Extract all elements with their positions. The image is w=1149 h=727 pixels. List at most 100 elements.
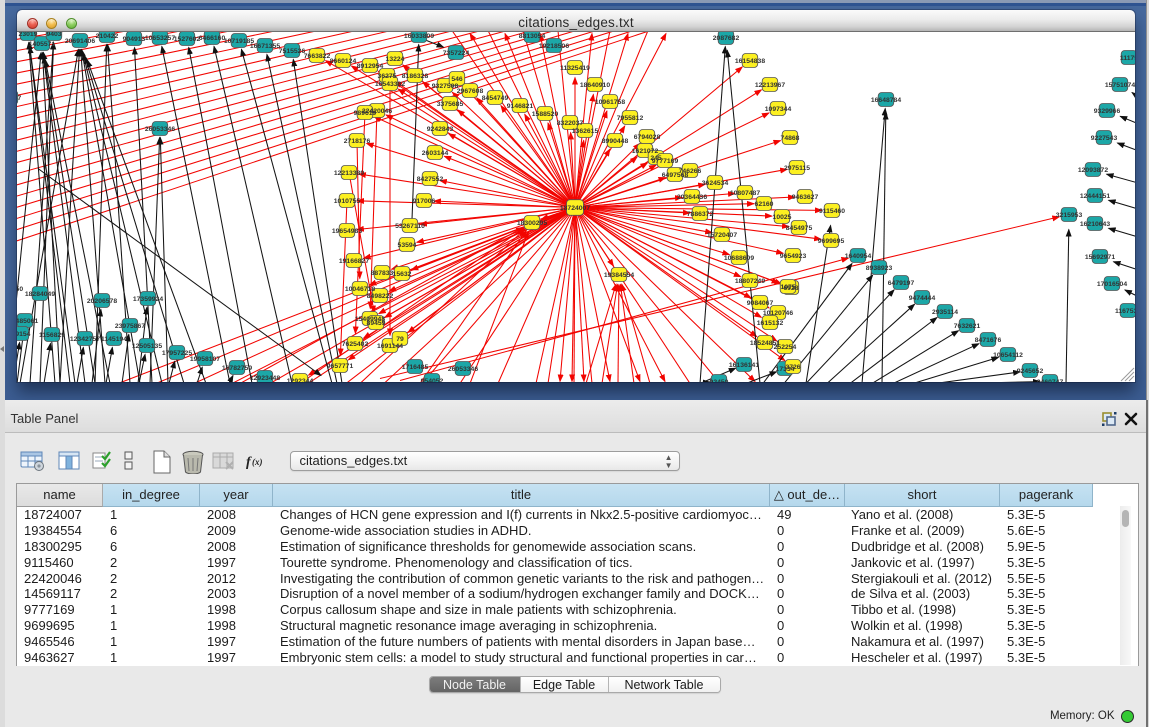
svg-text:53594: 53594	[398, 242, 417, 249]
svg-text:17016504: 17016504	[1097, 281, 1127, 288]
svg-text:3215953: 3215953	[1056, 212, 1083, 219]
svg-text:9463627: 9463627	[792, 194, 819, 201]
svg-text:165137: 165137	[17, 95, 22, 102]
svg-text:79: 79	[396, 336, 404, 343]
svg-text:2975115: 2975115	[784, 165, 810, 172]
svg-text:6497568: 6497568	[662, 172, 689, 179]
svg-text:2718176: 2718176	[344, 138, 371, 145]
svg-text:12444151: 12444151	[1080, 193, 1110, 200]
svg-text:10688609: 10688609	[724, 255, 754, 262]
svg-text:12093872: 12093872	[1078, 167, 1108, 174]
svg-text:16210643: 16210643	[1080, 221, 1110, 228]
svg-text:19654983: 19654983	[332, 228, 362, 235]
svg-text:10653257: 10653257	[145, 35, 175, 42]
svg-text:36275: 36275	[378, 73, 397, 80]
svg-text:3375685: 3375685	[437, 101, 464, 108]
svg-text:9657771: 9657771	[327, 363, 354, 370]
svg-text:8813054: 8813054	[519, 33, 546, 40]
svg-text:2935114: 2935114	[932, 309, 958, 316]
svg-text:9146821: 9146821	[507, 103, 534, 110]
svg-text:1167533: 1167533	[1115, 308, 1135, 315]
svg-text:8498222: 8498222	[367, 293, 394, 300]
svg-text:16648784: 16648784	[871, 97, 901, 104]
svg-text:9777169: 9777169	[652, 158, 679, 165]
svg-text:92450: 92450	[710, 379, 729, 382]
svg-text:546: 546	[451, 76, 463, 83]
svg-text:10961758: 10961758	[595, 99, 625, 106]
svg-text:26053346: 26053346	[145, 126, 175, 133]
svg-text:(x): (x)	[252, 457, 263, 467]
svg-text:16154838: 16154838	[735, 58, 765, 65]
svg-text:6479197: 6479197	[888, 280, 915, 287]
svg-text:11175: 11175	[1120, 55, 1135, 62]
svg-text:1075: 1075	[780, 284, 795, 291]
svg-text:8938923: 8938923	[866, 265, 893, 272]
svg-text:7663822: 7663822	[304, 53, 331, 60]
svg-text:16782759: 16782759	[222, 365, 252, 372]
svg-text:1485061: 1485061	[17, 318, 38, 325]
svg-text:16033809: 16033809	[404, 33, 434, 40]
svg-text:74868: 74868	[781, 135, 800, 142]
svg-text:12923448: 12923448	[250, 375, 280, 382]
svg-text:8454975: 8454975	[786, 225, 813, 232]
svg-text:1691144: 1691144	[377, 343, 403, 350]
svg-text:7955812: 7955812	[617, 115, 644, 122]
svg-text:9329966: 9329966	[1094, 108, 1121, 115]
svg-text:9245652: 9245652	[1017, 368, 1044, 375]
svg-text:18807249: 18807249	[735, 278, 765, 285]
svg-text:8454749: 8454749	[482, 95, 509, 102]
svg-text:23019: 23019	[19, 32, 38, 38]
svg-text:3624534: 3624534	[702, 180, 729, 187]
svg-text:26260650: 26260650	[17, 286, 23, 293]
svg-text:1097344: 1097344	[765, 106, 792, 113]
svg-text:15720407: 15720407	[707, 232, 737, 239]
svg-text:7357224: 7357224	[443, 50, 470, 57]
svg-text:26053346: 26053346	[448, 366, 478, 373]
svg-text:8322037: 8322037	[557, 120, 584, 127]
svg-text:252254: 252254	[774, 344, 797, 351]
svg-text:16671355: 16671355	[250, 43, 280, 50]
svg-text:9327508: 9327508	[432, 83, 459, 90]
svg-text:1405571: 1405571	[29, 41, 56, 48]
svg-text:917006: 917006	[413, 198, 436, 205]
svg-text:17957225: 17957225	[162, 350, 192, 357]
svg-text:1362615: 1362615	[572, 128, 599, 135]
svg-text:12213967: 12213967	[755, 82, 785, 89]
svg-text:1640954: 1640954	[845, 253, 872, 260]
svg-text:16136141: 16136141	[729, 362, 759, 369]
svg-text:3726: 3726	[785, 364, 800, 371]
svg-text:6466160: 6466160	[199, 35, 226, 42]
svg-text:18300295: 18300295	[517, 220, 547, 227]
svg-text:19218506: 19218506	[539, 43, 569, 50]
svg-text:9474444: 9474444	[909, 295, 936, 302]
svg-text:20364436: 20364436	[677, 194, 707, 201]
svg-text:7515526: 7515526	[279, 48, 306, 55]
svg-text:9460747: 9460747	[1037, 379, 1064, 382]
svg-text:9115460: 9115460	[819, 208, 845, 215]
svg-text:904913: 904913	[123, 36, 146, 43]
svg-text:39154: 39154	[17, 331, 31, 338]
svg-text:8471676: 8471676	[975, 337, 1002, 344]
svg-text:2603144: 2603144	[422, 150, 449, 157]
svg-text:20206578: 20206578	[87, 298, 117, 305]
svg-text:18640910: 18640910	[580, 82, 610, 89]
svg-text:210422: 210422	[96, 33, 119, 40]
svg-text:17359924: 17359924	[133, 296, 163, 303]
svg-text:887833: 887833	[371, 270, 394, 277]
svg-text:9403: 9403	[46, 32, 61, 38]
svg-text:8990448: 8990448	[602, 138, 629, 145]
svg-text:13224: 13224	[386, 56, 405, 63]
svg-text:989619: 989619	[354, 110, 377, 117]
svg-text:2967608: 2967608	[457, 88, 484, 95]
svg-text:18284049: 18284049	[25, 291, 55, 298]
svg-text:1716485: 1716485	[402, 364, 429, 371]
svg-text:8186328: 8186328	[402, 73, 429, 80]
svg-text:15751074: 15751074	[1105, 82, 1135, 89]
svg-text:8912954: 8912954	[357, 63, 384, 70]
svg-text:62160: 62160	[755, 201, 774, 208]
svg-text:1145194: 1145194	[101, 336, 127, 343]
svg-text:53267110: 53267110	[395, 223, 425, 230]
svg-text:89459: 89459	[367, 320, 386, 327]
svg-text:1292344: 1292344	[287, 378, 314, 382]
svg-text:20691406: 20691406	[65, 38, 95, 45]
